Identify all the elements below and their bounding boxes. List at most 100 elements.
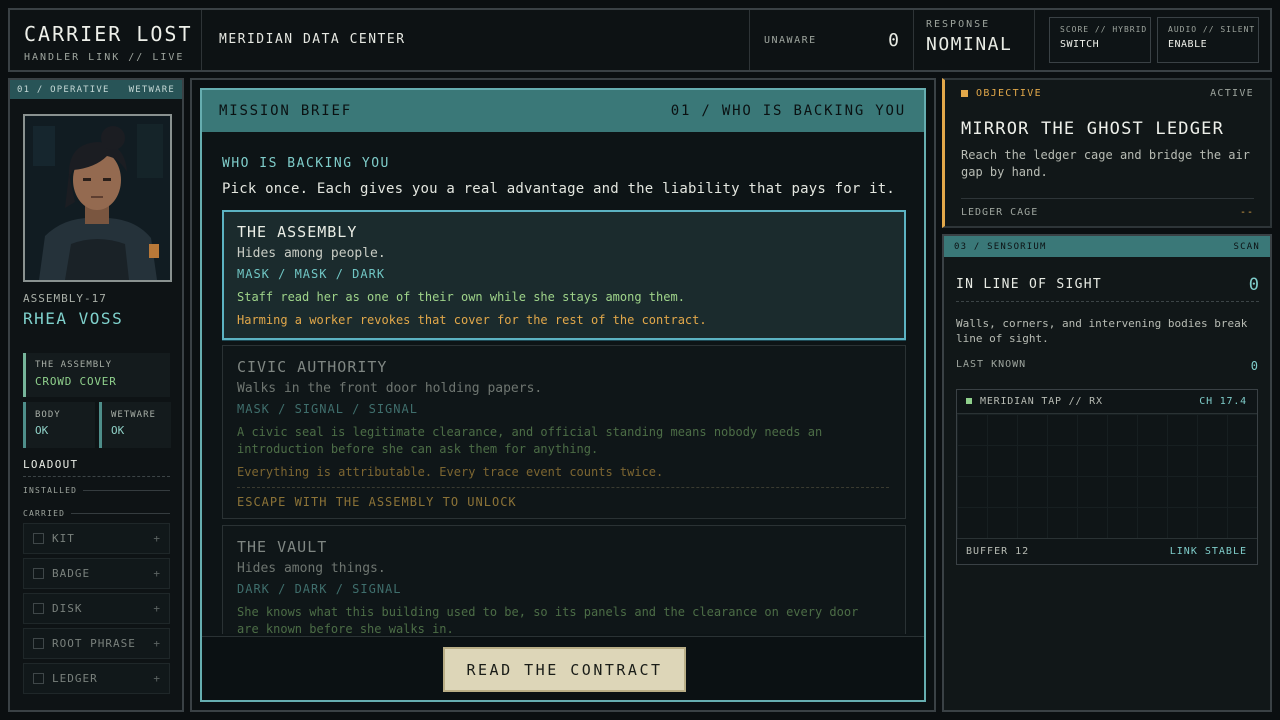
objective-target: LEDGER CAGE	[961, 207, 1039, 218]
objective-marker-icon	[961, 90, 968, 97]
objective-panel: OBJECTIVE ACTIVE MIRROR THE GHOST LEDGER…	[942, 78, 1272, 228]
slot-ledger[interactable]: LEDGER +	[23, 663, 170, 694]
choice-tags: MASK / SIGNAL / SIGNAL	[237, 402, 418, 416]
audio-toggle-button[interactable]: AUDIO // SILENT ENABLE	[1157, 17, 1259, 63]
add-icon: +	[153, 532, 161, 545]
choice-description: Hides among things.	[237, 561, 386, 576]
audio-toggle-action: ENABLE	[1168, 39, 1208, 50]
last-known-readout: LAST KNOWN 0	[956, 359, 1259, 373]
backer-choice-list[interactable]: THE ASSEMBLY Hides among people. MASK / …	[222, 210, 906, 634]
sensorium-header: 03 / SENSORIUM SCAN	[944, 236, 1270, 257]
operative-panel-header: 01 / OPERATIVE WETWARE	[10, 80, 182, 99]
read-contract-button[interactable]: READ THE CONTRACT	[443, 647, 686, 692]
body-stat-label: BODY	[35, 410, 61, 420]
operative-portrait-art	[25, 116, 170, 280]
top-bar: CARRIER LOST HANDLER LINK // LIVE MERIDI…	[8, 8, 1272, 72]
sensorium-panel: 03 / SENSORIUM SCAN IN LINE OF SIGHT 0 W…	[942, 234, 1272, 712]
slot-root-phrase[interactable]: ROOT PHRASE +	[23, 628, 170, 659]
choice-description: Hides among people.	[237, 246, 386, 261]
slot-label: KIT	[52, 532, 75, 545]
handler-link-status: HANDLER LINK // LIVE	[24, 52, 185, 63]
wetware-stat-label: WETWARE	[111, 410, 156, 420]
body-stat-value: OK	[35, 424, 49, 437]
choice-name: THE VAULT	[237, 538, 328, 556]
section-intro: Pick once. Each gives you a real advanta…	[222, 181, 896, 197]
slot-checkbox-icon	[33, 603, 44, 614]
signal-feed: MERIDIAN TAP // RX CH 17.4 BUFFER 12 LIN…	[956, 389, 1258, 565]
slot-disk[interactable]: DISK +	[23, 593, 170, 624]
brand: CARRIER LOST HANDLER LINK // LIVE	[10, 10, 202, 70]
score-toggle-action: SWITCH	[1060, 39, 1100, 50]
alert-label: UNAWARE	[764, 34, 817, 46]
wetware-stat-value: OK	[111, 424, 125, 437]
body-stat: BODY OK	[23, 402, 95, 448]
feed-buffer: BUFFER 12	[966, 546, 1030, 557]
mission-brief-title: MISSION BRIEF	[219, 103, 352, 119]
objective-tag: OBJECTIVE	[961, 88, 1042, 99]
choice-name: CIVIC AUTHORITY	[237, 358, 388, 376]
objective-header: OBJECTIVE ACTIVE	[945, 80, 1270, 99]
slot-checkbox-icon	[33, 533, 44, 544]
sensorium-tag: SCAN	[1233, 241, 1260, 252]
alert-meter: UNAWARE 0	[750, 10, 914, 70]
objective-tag-label: OBJECTIVE	[976, 88, 1042, 99]
slot-badge[interactable]: BADGE +	[23, 558, 170, 589]
operative-panel: 01 / OPERATIVE WETWARE ASSEMBLY-17 RHEA …	[8, 78, 184, 712]
audio-toggle-label: AUDIO // SILENT	[1168, 25, 1256, 34]
faction-value: CROWD COVER	[35, 375, 117, 388]
response-status: RESPONSE NOMINAL	[914, 10, 1035, 70]
score-toggle-button[interactable]: SCORE // HYBRID SWITCH	[1049, 17, 1151, 63]
last-known-value: 0	[1250, 359, 1259, 373]
slot-checkbox-icon	[33, 673, 44, 684]
objective-target-value: --	[1239, 207, 1254, 218]
feed-screen	[957, 414, 1257, 538]
choice-civic-authority[interactable]: CIVIC AUTHORITY Walks in the front door …	[222, 345, 906, 519]
response-value: NOMINAL	[926, 34, 1013, 55]
choice-description: Walks in the front door holding papers.	[237, 381, 543, 396]
slot-kit[interactable]: KIT +	[23, 523, 170, 554]
operative-panel-tag: WETWARE	[128, 84, 175, 95]
section-title: WHO IS BACKING YOU	[222, 156, 390, 171]
choice-advantage: She knows what this building used to be,…	[237, 605, 859, 634]
feed-channel: CH 17.4	[1199, 396, 1247, 407]
add-icon: +	[153, 672, 161, 685]
add-icon: +	[153, 567, 161, 580]
choice-liability: Everything is attributable. Every trace …	[237, 465, 664, 479]
mission-brief-dialog: MISSION BRIEF 01 / WHO IS BACKING YOU WH…	[200, 88, 926, 702]
choice-the-assembly[interactable]: THE ASSEMBLY Hides among people. MASK / …	[222, 210, 906, 340]
slot-label: ROOT PHRASE	[52, 637, 136, 650]
line-of-sight-label: IN LINE OF SIGHT	[956, 277, 1103, 292]
slot-checkbox-icon	[33, 568, 44, 579]
line-of-sight-description: Walls, corners, and intervening bodies b…	[956, 317, 1248, 345]
wetware-stat: WETWARE OK	[99, 402, 171, 448]
choice-the-vault[interactable]: THE VAULT Hides among things. DARK / DAR…	[222, 525, 906, 634]
last-known-label: LAST KNOWN	[956, 359, 1027, 370]
objective-description: Reach the ledger cage and bridge the air…	[961, 148, 1250, 179]
installed-label: INSTALLED	[23, 486, 170, 495]
choice-liability: Harming a worker revokes that cover for …	[237, 313, 707, 327]
carried-label: CARRIED	[23, 509, 170, 518]
slot-label: LEDGER	[52, 672, 98, 685]
objective-title: MIRROR THE GHOST LEDGER	[961, 119, 1225, 139]
feed-label: MERIDIAN TAP // RX	[980, 396, 1103, 407]
unlock-requirement: ESCAPE WITH THE ASSEMBLY TO UNLOCK	[237, 487, 889, 509]
faction-label: THE ASSEMBLY	[35, 360, 113, 370]
mission-brief-header: MISSION BRIEF 01 / WHO IS BACKING YOU	[202, 90, 924, 132]
operative-codename: ASSEMBLY-17	[23, 292, 107, 305]
location-name: MERIDIAN DATA CENTER	[202, 10, 750, 70]
game-title: CARRIER LOST	[24, 22, 193, 46]
signal-led-icon	[966, 398, 972, 404]
objective-status: ACTIVE	[1210, 88, 1254, 99]
mission-brief-step: 01 / WHO IS BACKING YOU	[670, 103, 906, 119]
operative-portrait	[23, 114, 172, 282]
mission-brief-footer: READ THE CONTRACT	[202, 636, 924, 700]
operative-name: RHEA VOSS	[23, 309, 124, 328]
slot-label: DISK	[52, 602, 83, 615]
loadout-title: LOADOUT	[23, 458, 170, 477]
feed-header: MERIDIAN TAP // RX CH 17.4	[957, 390, 1257, 414]
toggle-group: SCORE // HYBRID SWITCH AUDIO // SILENT E…	[1035, 10, 1270, 70]
faction-card: THE ASSEMBLY CROWD COVER	[23, 353, 170, 397]
choice-tags: DARK / DARK / SIGNAL	[237, 582, 402, 596]
line-of-sight-value: 0	[1248, 274, 1259, 295]
choice-tags: MASK / MASK / DARK	[237, 267, 386, 281]
